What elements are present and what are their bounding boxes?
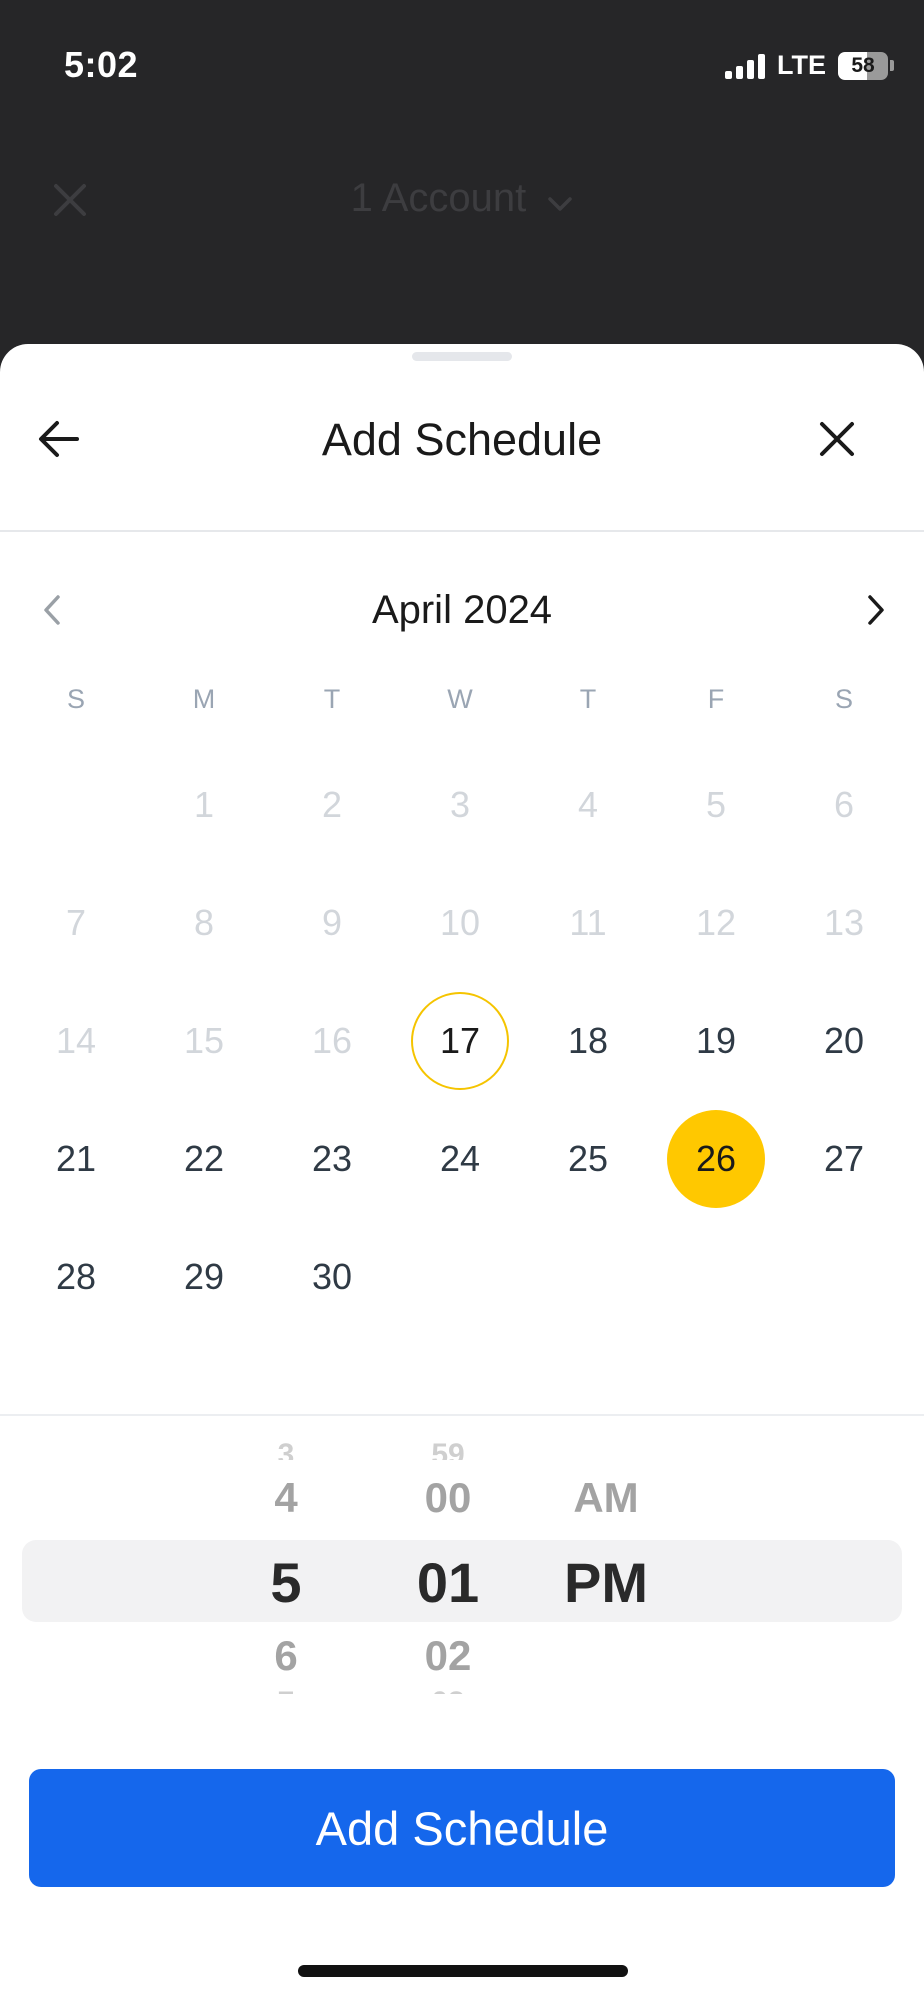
weekday-label: M xyxy=(192,684,216,714)
home-indicator xyxy=(298,1965,628,1977)
calendar-day-selected[interactable]: 26 xyxy=(652,1100,780,1218)
sheet-title: Add Schedule xyxy=(321,414,603,465)
hour-option: 3 xyxy=(277,1438,295,1460)
weekday-label: F xyxy=(707,684,725,714)
time-picker: 3 4 5 6 7 59 00 01 02 03 AM PM xyxy=(0,1434,924,1694)
hour-wheel[interactable]: 3 4 5 6 7 xyxy=(216,1434,356,1694)
calendar-day[interactable]: 21 xyxy=(12,1100,140,1218)
minute-option: 03 xyxy=(378,1686,518,1694)
calendar-day-disabled: 8 xyxy=(193,902,215,943)
calendar-day-disabled: 16 xyxy=(311,1020,353,1061)
minute-option: 02 xyxy=(424,1632,472,1679)
cellular-signal-icon xyxy=(725,53,765,79)
calendar-day[interactable]: 30 xyxy=(268,1218,396,1336)
calendar-day-today[interactable]: 17 xyxy=(396,982,524,1100)
sheet-grabber[interactable] xyxy=(412,352,512,361)
network-type: LTE xyxy=(777,50,826,80)
calendar-day-disabled: 5 xyxy=(705,784,727,825)
calendar-day[interactable]: 29 xyxy=(140,1218,268,1336)
calendar-day[interactable]: 18 xyxy=(524,982,652,1100)
calendar-day[interactable]: 23 xyxy=(268,1100,396,1218)
sheet-header: Add Schedule xyxy=(0,384,924,494)
background-account-selector: 1 Account xyxy=(0,176,924,223)
calendar-day-disabled: 4 xyxy=(577,784,599,825)
calendar-day-disabled: 11 xyxy=(569,902,607,943)
calendar-day-disabled: 3 xyxy=(449,784,471,825)
calendar-day[interactable]: 22 xyxy=(140,1100,268,1218)
minute-selected: 01 xyxy=(416,1551,480,1614)
minute-option: 59 xyxy=(431,1438,465,1460)
calendar-empty-cell xyxy=(12,746,140,864)
weekday-header: S M T W T F S xyxy=(12,684,908,715)
hour-option: 4 xyxy=(274,1474,298,1521)
close-icon xyxy=(820,422,854,456)
calendar-divider xyxy=(0,1414,924,1416)
weekday-label: T xyxy=(579,684,597,714)
calendar-day-disabled: 9 xyxy=(321,902,343,943)
next-month-button[interactable] xyxy=(856,590,896,630)
header-divider xyxy=(0,530,924,532)
chevron-right-icon xyxy=(868,595,884,625)
status-time: 5:02 xyxy=(64,44,139,85)
period-wheel[interactable]: AM PM xyxy=(536,1434,676,1694)
calendar-day-disabled: 13 xyxy=(823,902,865,943)
add-schedule-sheet: Add Schedule April 2024 S M T W T F S 1 … xyxy=(0,344,924,1999)
hour-option: 7 xyxy=(216,1686,356,1694)
calendar-day-grid: 1 2 3 4 5 6 7 8 9 10 11 12 13 14 15 16 1… xyxy=(12,746,908,1336)
month-label: April 2024 xyxy=(371,588,553,632)
hour-selected: 5 xyxy=(270,1551,302,1614)
status-bar: 5:02 LTE 58 xyxy=(0,0,924,130)
calendar-day-disabled: 10 xyxy=(439,902,481,943)
calendar-day-disabled: 2 xyxy=(321,784,343,825)
calendar-day[interactable]: 20 xyxy=(780,982,908,1100)
account-selector-label: 1 Account xyxy=(350,176,527,220)
period-selected: PM xyxy=(564,1551,648,1614)
status-indicators: LTE 58 xyxy=(725,50,894,81)
weekday-label: S xyxy=(66,684,85,714)
calendar-day[interactable]: 25 xyxy=(524,1100,652,1218)
battery-icon: 58 xyxy=(838,51,894,80)
weekday-label: S xyxy=(834,684,853,714)
battery-level: 58 xyxy=(851,53,875,77)
calendar-day-disabled: 1 xyxy=(193,784,215,825)
calendar-day[interactable]: 24 xyxy=(396,1100,524,1218)
calendar-day[interactable]: 28 xyxy=(12,1218,140,1336)
close-button[interactable] xyxy=(812,414,862,464)
period-option: AM xyxy=(573,1474,639,1521)
calendar-day-disabled: 7 xyxy=(65,902,87,943)
minute-option: 00 xyxy=(424,1474,472,1521)
chevron-down-icon xyxy=(547,178,573,223)
calendar-navigation: April 2024 xyxy=(0,580,924,640)
calendar-day-disabled: 6 xyxy=(833,784,855,825)
weekday-label: T xyxy=(323,684,341,714)
hour-option: 6 xyxy=(274,1632,298,1679)
add-schedule-button[interactable]: Add Schedule xyxy=(29,1769,895,1887)
minute-wheel[interactable]: 59 00 01 02 03 xyxy=(378,1434,518,1694)
weekday-label: W xyxy=(447,684,473,714)
calendar-day-disabled: 12 xyxy=(695,902,737,943)
calendar-day-disabled: 15 xyxy=(183,1020,225,1061)
calendar-day-disabled: 14 xyxy=(55,1020,97,1061)
calendar-day[interactable]: 19 xyxy=(652,982,780,1100)
calendar-day[interactable]: 27 xyxy=(780,1100,908,1218)
